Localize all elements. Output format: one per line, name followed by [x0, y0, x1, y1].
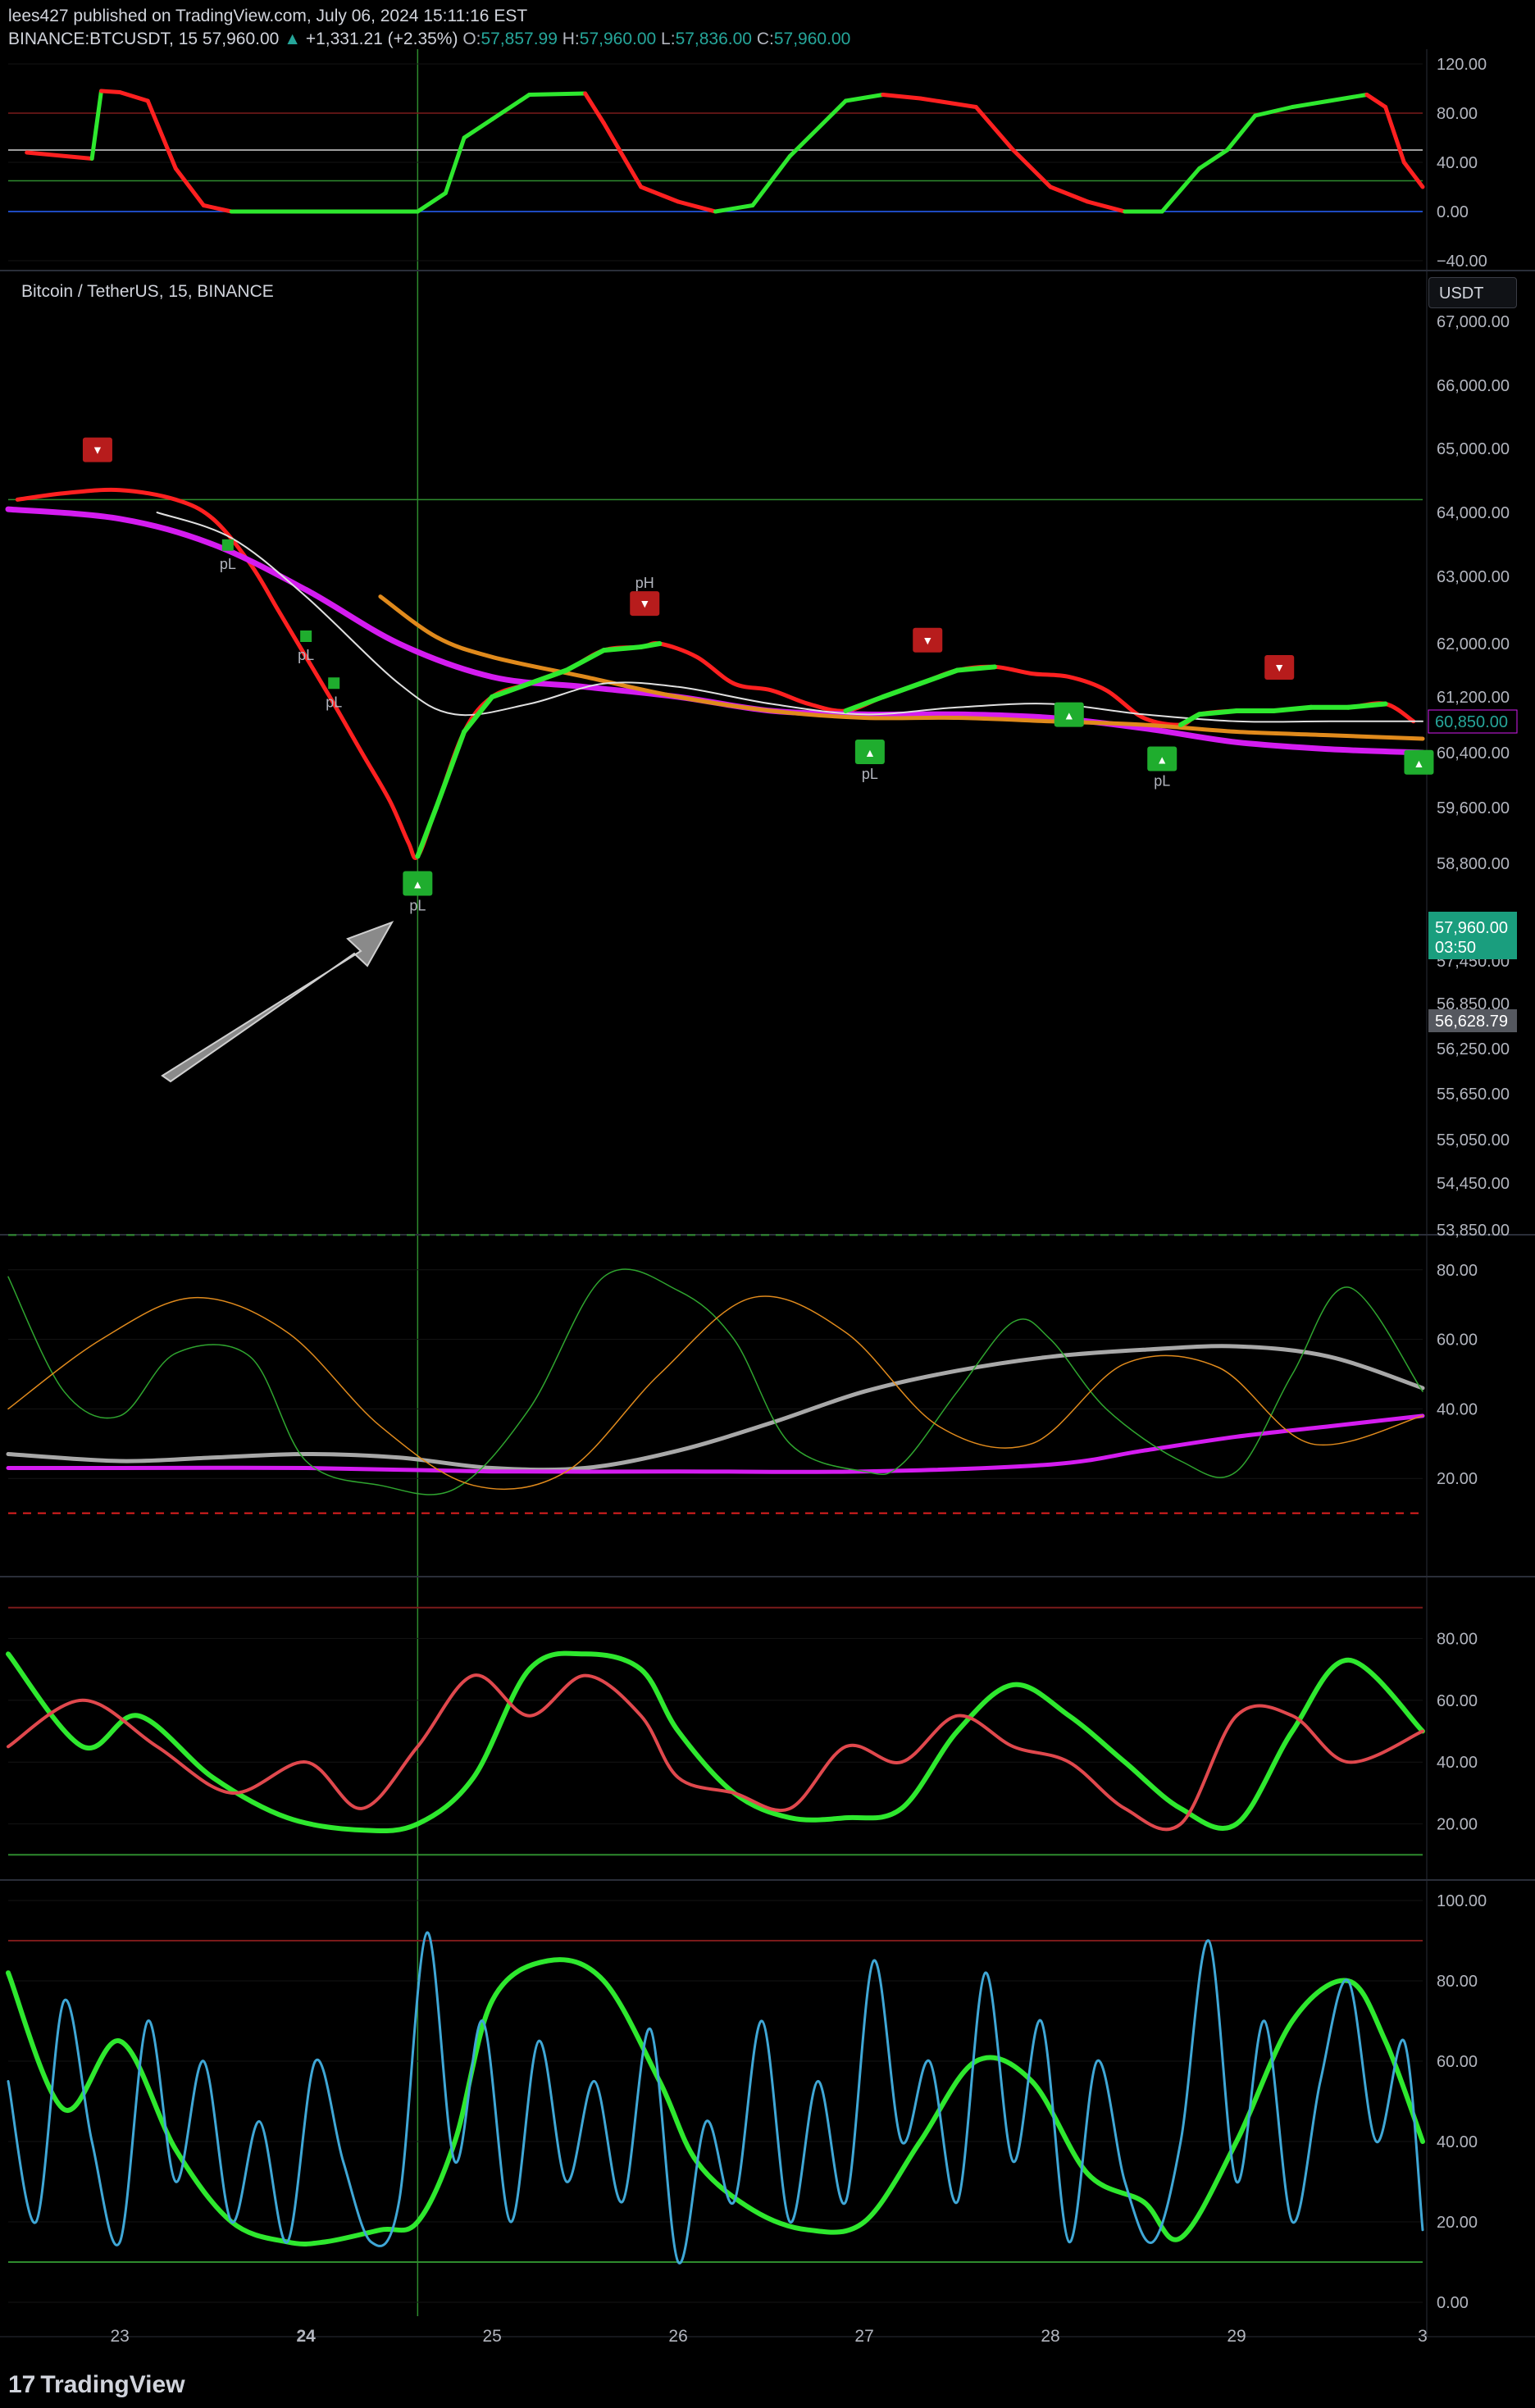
y-tick-label: 64,000.00 — [1437, 504, 1510, 522]
high-value: 57,960.00 — [579, 30, 657, 48]
close-label: C: — [756, 30, 774, 48]
y-tick-label: 100.00 — [1437, 1892, 1487, 1910]
x-tick-label: 29 — [1227, 2327, 1246, 2346]
y-tick-label: 20.00 — [1437, 1470, 1478, 1488]
value-badge-text: 60,850.00 — [1435, 713, 1508, 731]
y-tick-label: 20.00 — [1437, 1816, 1478, 1834]
open-label: O: — [462, 30, 481, 48]
x-tick-label: 28 — [1041, 2327, 1059, 2346]
pivot-low-marker — [328, 677, 340, 690]
price-change: +1,331.21 (+2.35%) — [305, 30, 458, 48]
y-tick-label: 59,600.00 — [1437, 799, 1510, 817]
low-label: L: — [661, 30, 676, 48]
sell-signal-icon: ▼ — [92, 444, 103, 457]
y-tick-label: 40.00 — [1437, 1400, 1478, 1418]
x-tick-label: 23 — [111, 2327, 130, 2346]
currency-selector[interactable]: USDT — [1428, 277, 1517, 308]
y-tick-label: 58,800.00 — [1437, 855, 1510, 873]
pivot-label: pH — [635, 575, 654, 591]
y-tick-label: 54,450.00 — [1437, 1175, 1510, 1193]
buy-signal-icon: ▲ — [1156, 753, 1168, 767]
y-tick-label: 62,000.00 — [1437, 635, 1510, 653]
pivot-low-marker — [221, 539, 234, 551]
buy-signal-icon: ▲ — [864, 746, 876, 759]
pivot-label: pL — [1154, 773, 1170, 790]
sell-signal-icon: ▼ — [1273, 661, 1285, 674]
tradingview-watermark: 17 TradingView — [8, 2371, 185, 2399]
y-tick-label: −40.00 — [1437, 253, 1487, 271]
y-tick-label: 61,200.00 — [1437, 689, 1510, 707]
tradingview-logo-icon: 17 — [8, 2371, 36, 2398]
author-name[interactable]: lees427 — [8, 7, 69, 25]
y-tick-label: 60.00 — [1437, 2053, 1478, 2071]
last-price: 57,960.00 — [202, 30, 280, 48]
y-tick-label: 66,000.00 — [1437, 377, 1510, 395]
y-tick-label: 60.00 — [1437, 1692, 1478, 1710]
main-pane-title: Bitcoin / TetherUS, 15, BINANCE — [21, 282, 274, 301]
y-tick-label: 56,250.00 — [1437, 1040, 1510, 1058]
chart-canvas: ▼ pL pL pL ▲ pL ▼ pH ▲ pL ▼ ▲ ▲ pL ▼ ▲ 120.00 80.00 40.00… — [0, 0, 1535, 2408]
y-tick-label: 0.00 — [1437, 203, 1469, 221]
x-tick-label: 25 — [482, 2327, 501, 2346]
high-label: H: — [562, 30, 580, 48]
up-triangle-icon: ▲ — [284, 30, 301, 48]
y-tick-label: 60.00 — [1437, 1331, 1478, 1350]
x-tick-label: 3 — [1418, 2327, 1428, 2346]
buy-signal-icon: ▲ — [1064, 709, 1075, 722]
ohlc-line: BINANCE:BTCUSDT, 15 57,960.00 ▲ +1,331.2… — [8, 30, 850, 49]
price-up-segment — [1271, 704, 1314, 713]
price-up-segment — [601, 644, 644, 653]
pivot-label: pL — [862, 766, 878, 782]
pivot-label: pL — [409, 898, 426, 914]
open-value: 57,857.99 — [481, 30, 558, 48]
y-tick-label: 80.00 — [1437, 1973, 1478, 1991]
low-value: 57,836.00 — [675, 30, 752, 48]
y-tick-label: 20.00 — [1437, 2214, 1478, 2232]
buy-signal-icon: ▲ — [1414, 757, 1425, 770]
x-tick-label: 27 — [854, 2327, 873, 2346]
sell-signal-icon: ▼ — [639, 597, 650, 610]
x-tick-label: 24 — [296, 2327, 316, 2346]
y-tick-label: 120.00 — [1437, 56, 1487, 74]
watermark-text: TradingView — [40, 2371, 185, 2398]
publish-info: published on TradingView.com, July 06, 2… — [73, 7, 528, 25]
countdown-text: 03:50 — [1435, 939, 1476, 957]
pivot-low-marker — [300, 630, 312, 642]
top-oscillator-segment — [98, 89, 122, 94]
y-tick-label: 55,050.00 — [1437, 1131, 1510, 1149]
top-oscillator-segment — [527, 91, 588, 97]
price-up-segment — [1346, 701, 1388, 710]
y-tick-label: 40.00 — [1437, 2133, 1478, 2151]
low-price-text: 56,628.79 — [1435, 1013, 1508, 1031]
last-price-text: 57,960.00 — [1435, 919, 1508, 937]
y-tick-label: 60,400.00 — [1437, 744, 1510, 762]
y-tick-label: 55,650.00 — [1437, 1086, 1510, 1104]
y-tick-label: 80.00 — [1437, 1262, 1478, 1280]
pivot-label: pL — [326, 694, 342, 710]
symbol: BINANCE:BTCUSDT, 15 — [8, 30, 198, 48]
price-up-segment — [1196, 708, 1240, 717]
close-value: 57,960.00 — [773, 30, 851, 48]
y-tick-label: 53,850.00 — [1437, 1222, 1510, 1240]
y-tick-label: 67,000.00 — [1437, 313, 1510, 331]
sell-signal-icon: ▼ — [922, 634, 933, 647]
price-up-segment — [638, 641, 663, 650]
pivot-label: pL — [298, 647, 314, 663]
y-tick-label: 40.00 — [1437, 154, 1478, 172]
y-tick-label: 80.00 — [1437, 1630, 1478, 1648]
buy-signal-icon: ▲ — [412, 878, 423, 891]
y-tick-label: 65,000.00 — [1437, 440, 1510, 458]
y-tick-label: 0.00 — [1437, 2294, 1469, 2312]
y-tick-label: 80.00 — [1437, 105, 1478, 123]
x-tick-label: 26 — [668, 2327, 687, 2346]
publish-line: lees427 published on TradingView.com, Ju… — [8, 7, 527, 26]
pivot-label: pL — [220, 556, 236, 572]
y-tick-label: 40.00 — [1437, 1754, 1478, 1772]
y-tick-label: 63,000.00 — [1437, 568, 1510, 586]
price-up-segment — [954, 664, 997, 673]
